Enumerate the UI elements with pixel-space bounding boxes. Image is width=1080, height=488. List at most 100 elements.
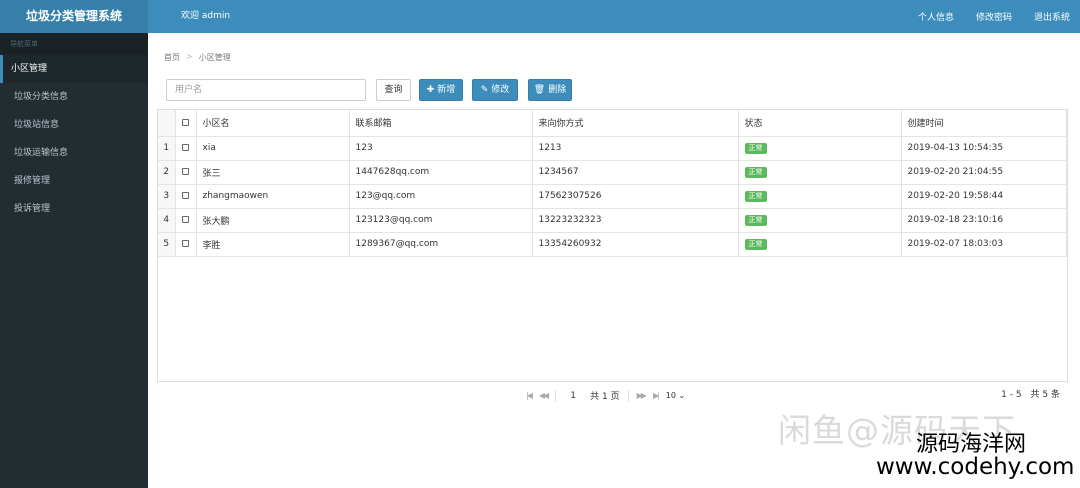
watermark-site-url: www.codehy.com xyxy=(876,454,1075,480)
add-button[interactable]: ✚ 新增 xyxy=(419,79,463,101)
select-all-cell xyxy=(175,110,197,137)
cell-name: 张三 xyxy=(196,160,350,185)
cell-name: xia xyxy=(196,136,350,161)
cell-email: 123@qq.com xyxy=(349,184,533,209)
breadcrumb-separator: > xyxy=(186,52,193,61)
breadcrumb-home[interactable]: 首页 xyxy=(164,52,180,63)
row-checkbox[interactable] xyxy=(182,168,189,175)
status-badge: 正常 xyxy=(744,166,767,178)
total-pages-text: 共 1 页 xyxy=(590,392,620,402)
sidebar: 导航菜单 小区管理 垃圾分类信息 垃圾站信息 垃圾运输信息 报修管理 投诉管理 xyxy=(0,33,148,488)
row-checkbox-cell xyxy=(175,184,197,209)
sidebar-item-community[interactable]: 小区管理 xyxy=(0,55,148,83)
row-number: 2 xyxy=(158,160,176,185)
table-row[interactable]: 3 zhangmaowen 123@qq.com 17562307526 正常 … xyxy=(158,184,1067,209)
top-nav-links: 个人信息 修改密码 退出系统 xyxy=(918,0,1070,33)
row-number: 5 xyxy=(158,232,176,257)
add-button-label: 新增 xyxy=(437,85,456,95)
status-badge: 正常 xyxy=(744,214,767,226)
change-password-link[interactable]: 修改密码 xyxy=(976,10,1012,23)
cell-contact: 17562307526 xyxy=(532,184,739,209)
table-row[interactable]: 4 张大鹏 123123@qq.com 13223232323 正常 2019-… xyxy=(158,208,1067,233)
col-header-name[interactable]: 小区名 xyxy=(196,110,350,137)
data-grid: 小区名 联系邮箱 来向你方式 状态 创建时间 1 xia 123 1213 正常… xyxy=(157,109,1068,408)
breadcrumb-current: 小区管理 xyxy=(198,53,231,62)
cell-contact: 1213 xyxy=(532,136,739,161)
cell-status: 正常 xyxy=(738,160,902,185)
col-header-created[interactable]: 创建时间 xyxy=(901,110,1067,137)
table-row[interactable]: 2 张三 1447628qq.com 1234567 正常 2019-02-20… xyxy=(158,160,1067,185)
first-page-icon[interactable]: |◀ xyxy=(526,391,533,400)
page-size-value: 10 xyxy=(665,391,676,400)
row-checkbox-cell xyxy=(175,160,197,185)
cell-created: 2019-02-20 21:04:55 xyxy=(901,160,1067,185)
pager-divider xyxy=(555,389,557,402)
row-checkbox[interactable] xyxy=(182,216,189,223)
cell-name: 张大鹏 xyxy=(196,208,350,233)
table-header-row: 小区名 联系邮箱 来向你方式 状态 创建时间 xyxy=(158,110,1067,137)
cell-status: 正常 xyxy=(738,184,902,209)
sidebar-item-classification[interactable]: 垃圾分类信息 xyxy=(0,83,148,111)
delete-button[interactable]: 🗑 删除 xyxy=(528,79,572,101)
search-button[interactable]: 查询 xyxy=(376,79,411,101)
username-search-input[interactable] xyxy=(166,79,366,101)
prev-page-icon[interactable]: ◀◀ xyxy=(539,391,549,400)
edit-button-label: 修改 xyxy=(491,85,510,95)
table-row[interactable]: 5 李胜 1289367@qq.com 13354260932 正常 2019-… xyxy=(158,232,1067,257)
row-checkbox[interactable] xyxy=(182,144,189,151)
cell-email: 1447628qq.com xyxy=(349,160,533,185)
last-page-icon[interactable]: ▶| xyxy=(653,391,660,400)
sidebar-item-transport[interactable]: 垃圾运输信息 xyxy=(0,139,148,167)
row-checkbox[interactable] xyxy=(182,240,189,247)
row-checkbox-cell xyxy=(175,208,197,233)
cell-created: 2019-02-20 19:58:44 xyxy=(901,184,1067,209)
sidebar-item-station[interactable]: 垃圾站信息 xyxy=(0,111,148,139)
logout-link[interactable]: 退出系统 xyxy=(1034,10,1070,23)
page-size-select[interactable]: 10 ⌄ xyxy=(666,391,685,400)
col-header-status[interactable]: 状态 xyxy=(738,110,902,137)
status-badge: 正常 xyxy=(744,238,767,250)
delete-button-label: 删除 xyxy=(548,85,567,95)
cell-email: 1289367@qq.com xyxy=(349,232,533,257)
cell-contact: 13354260932 xyxy=(532,232,739,257)
breadcrumb: 首页 > 小区管理 xyxy=(164,52,231,63)
edit-button[interactable]: ✎ 修改 xyxy=(472,79,518,101)
row-number-header xyxy=(158,110,176,137)
next-page-icon[interactable]: ▶▶ xyxy=(637,391,647,400)
row-checkbox[interactable] xyxy=(182,192,189,199)
plus-icon: ✚ xyxy=(426,85,435,95)
status-badge: 正常 xyxy=(744,142,767,154)
row-number: 1 xyxy=(158,136,176,161)
current-page-input[interactable]: 1 xyxy=(564,391,582,401)
cell-contact: 13223232323 xyxy=(532,208,739,233)
cell-email: 123123@qq.com xyxy=(349,208,533,233)
row-checkbox-cell xyxy=(175,136,197,161)
cell-name: 李胜 xyxy=(196,232,350,257)
trash-icon: 🗑 xyxy=(533,85,546,95)
col-header-email[interactable]: 联系邮箱 xyxy=(349,110,533,137)
top-navbar: 垃圾分类管理系统 欢迎 admin 个人信息 修改密码 退出系统 xyxy=(0,0,1080,33)
cell-status: 正常 xyxy=(738,136,902,161)
cell-email: 123 xyxy=(349,136,533,161)
pagination-controls: |◀ ◀◀ 1 共 1 页 ▶▶ ▶| 10 ⌄ xyxy=(526,382,685,409)
sidebar-item-repair[interactable]: 报修管理 xyxy=(0,167,148,195)
app-title[interactable]: 垃圾分类管理系统 xyxy=(0,0,148,33)
col-header-contact[interactable]: 来向你方式 xyxy=(532,110,739,137)
row-checkbox-cell xyxy=(175,232,197,257)
select-all-checkbox[interactable] xyxy=(182,118,189,126)
cell-status: 正常 xyxy=(738,208,902,233)
cell-contact: 1234567 xyxy=(532,160,739,185)
pager-divider xyxy=(627,389,629,402)
status-badge: 正常 xyxy=(744,190,767,202)
welcome-text: 欢迎 admin xyxy=(181,11,231,21)
cell-created: 2019-04-13 10:54:35 xyxy=(901,136,1067,161)
row-number: 4 xyxy=(158,208,176,233)
row-number: 3 xyxy=(158,184,176,209)
sidebar-header: 导航菜单 xyxy=(0,33,148,55)
cell-created: 2019-02-18 23:10:16 xyxy=(901,208,1067,233)
cell-name: zhangmaowen xyxy=(196,184,350,209)
sidebar-item-complaint[interactable]: 投诉管理 xyxy=(0,195,148,223)
edit-icon: ✎ xyxy=(480,85,489,95)
profile-link[interactable]: 个人信息 xyxy=(918,10,954,23)
table-row[interactable]: 1 xia 123 1213 正常 2019-04-13 10:54:35 xyxy=(158,136,1067,161)
